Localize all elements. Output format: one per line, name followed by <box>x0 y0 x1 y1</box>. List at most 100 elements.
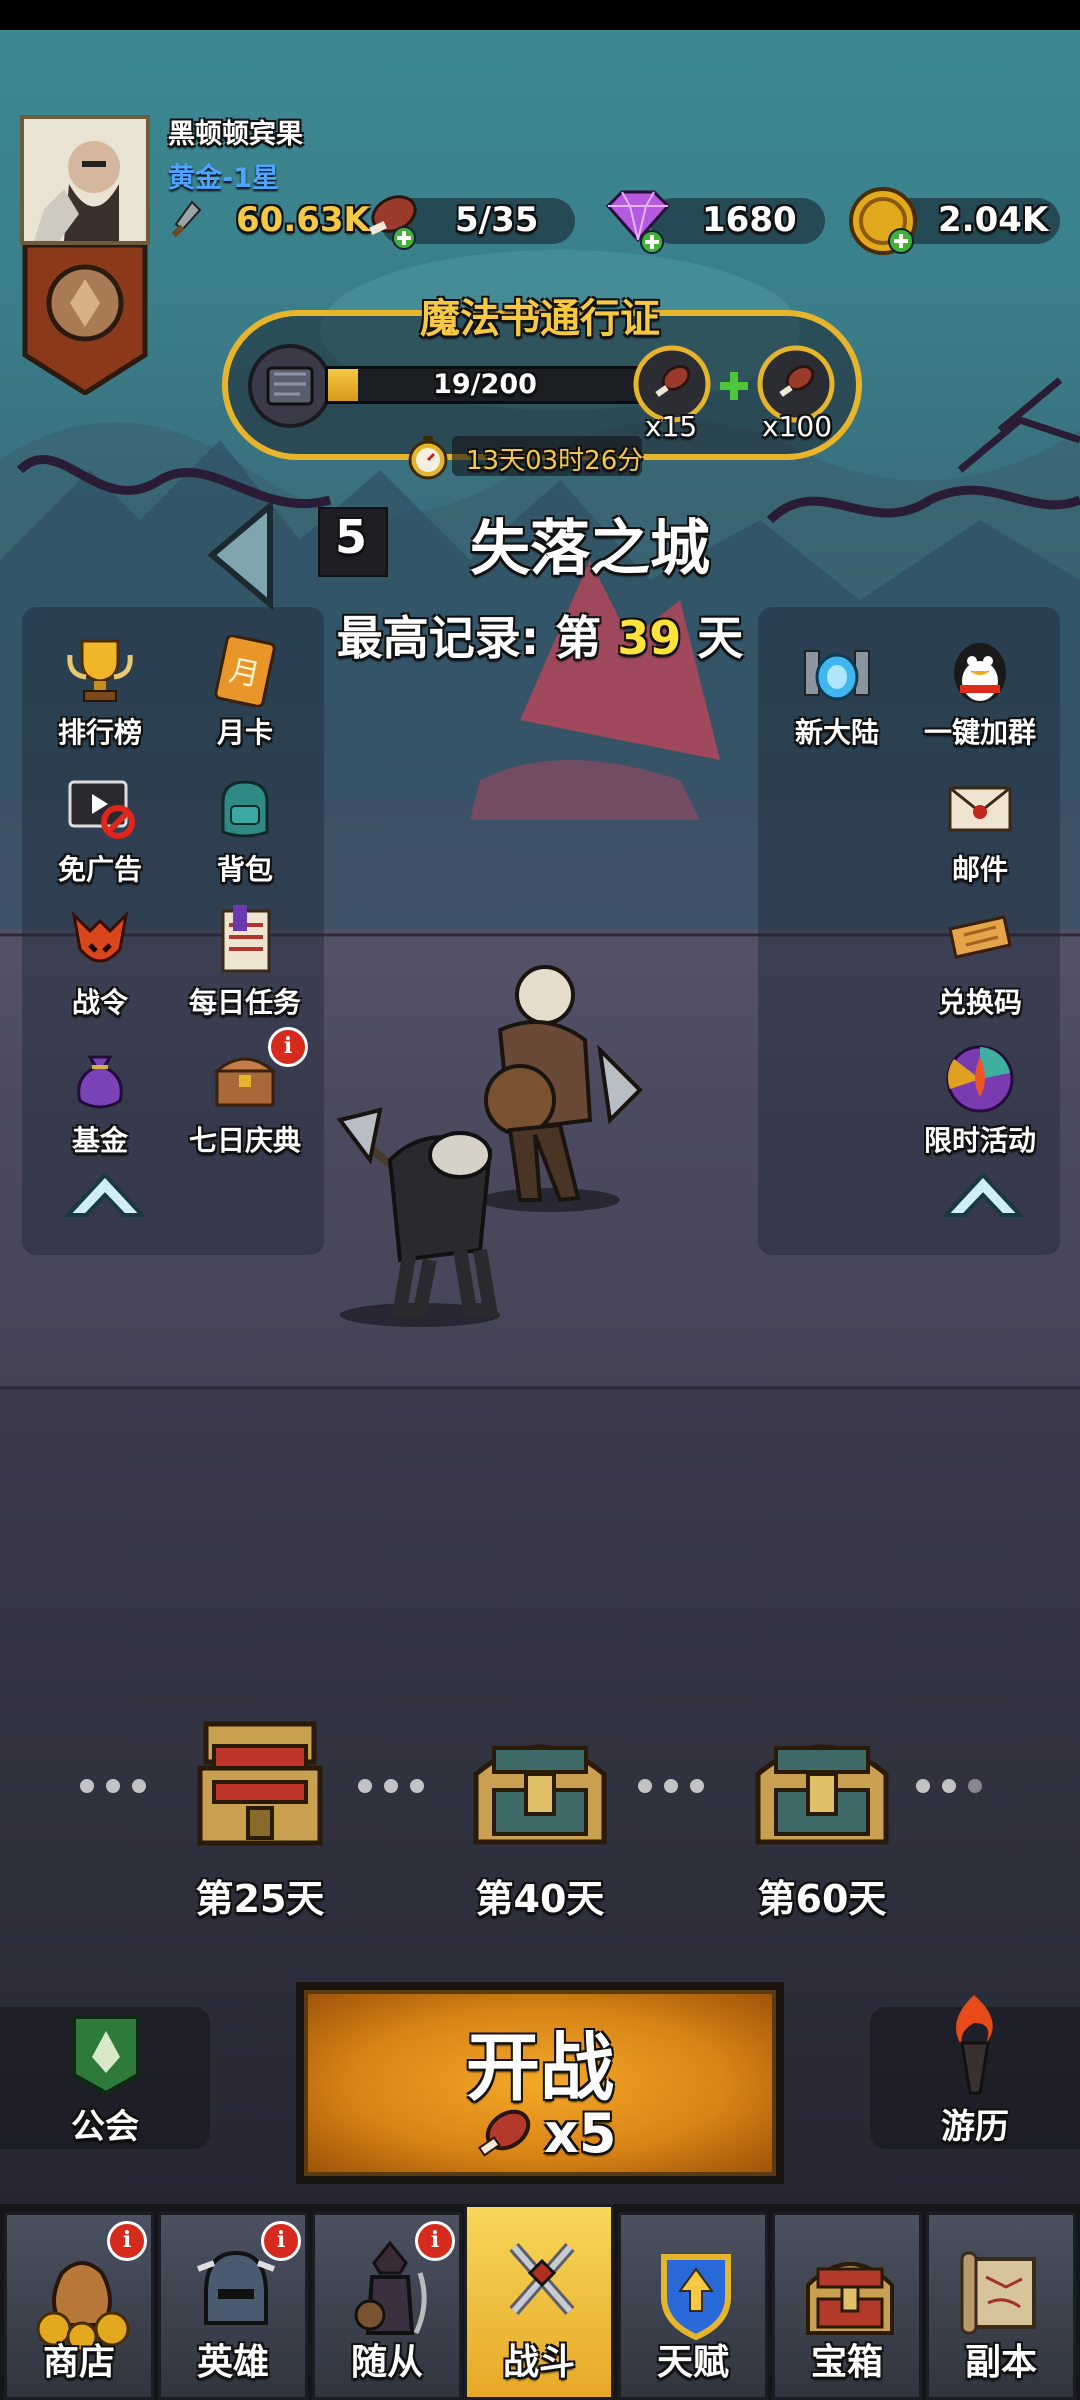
gem-icon <box>605 190 671 254</box>
prev-stage-arrow-icon[interactable] <box>200 500 280 610</box>
power-sword-icon <box>171 200 202 238</box>
menu-seven-day-label: 七日庆典 <box>188 1124 301 1157</box>
menu-daily-task-label: 每日任务 <box>188 986 301 1019</box>
backpack-icon <box>221 780 269 838</box>
torch-icon <box>956 1995 993 2095</box>
start-cost-meat-icon <box>477 2109 531 2157</box>
coin-icon <box>849 187 917 255</box>
menu-backpack-label: 背包 <box>216 853 273 886</box>
travel-label: 游历 <box>941 2107 1009 2147</box>
tab-shop-badge: i <box>107 2221 147 2261</box>
collapse-left-chevron-icon[interactable] <box>62 1165 148 1223</box>
tab-battle[interactable]: 战斗 <box>464 2204 614 2400</box>
menu-daily-task[interactable]: 每日任务 <box>170 905 320 1035</box>
menu-limited-event-label: 限时活动 <box>923 1124 1036 1157</box>
start-battle-cost: x5 <box>544 2102 617 2165</box>
tab-follower-label: 随从 <box>350 2342 423 2383</box>
menu-redeem[interactable]: 兑换码 <box>905 905 1055 1035</box>
tab-dungeon[interactable]: 副本 <box>926 2212 1076 2400</box>
spellbook-icon <box>248 344 332 428</box>
chest-day40-label: 第40天 <box>475 1877 605 1921</box>
hero-characters <box>336 965 643 1327</box>
best-record-suffix: 天 <box>681 611 744 665</box>
reward1-count: x15 <box>645 410 698 443</box>
tab-battle-label: 战斗 <box>502 2342 575 2383</box>
month-card-icon: 月 <box>214 635 276 707</box>
chest-day40[interactable] <box>470 1730 610 1860</box>
power-value: 60.63K <box>236 200 370 240</box>
menu-redeem-label: 兑换码 <box>937 986 1022 1019</box>
event-wheel-icon <box>946 1045 1014 1113</box>
trophy-icon <box>67 639 133 702</box>
chest-track-dots-4 <box>910 1778 988 1797</box>
new-continent-icon <box>804 650 870 701</box>
game-screen: 黑顿顿宾果 黄金-1星 60.63K 5/35 1680 2.04K 魔法书通行… <box>0 0 1080 2400</box>
collapse-right-chevron-icon[interactable] <box>940 1165 1026 1223</box>
tab-shop[interactable]: i 商店 <box>4 2212 154 2400</box>
menu-month-card-label: 月卡 <box>216 716 273 749</box>
guild-label: 公会 <box>71 2107 139 2147</box>
tab-hero-badge: i <box>261 2221 301 2261</box>
rank-banner-icon[interactable] <box>22 245 148 395</box>
player-name: 黑顿顿宾果 <box>168 119 303 150</box>
daily-task-icon <box>221 905 271 973</box>
pass-timer: 13天03时26分 <box>466 446 644 476</box>
stage-name: 失落之城 <box>470 514 710 584</box>
coins-value: 2.04K <box>938 200 1049 240</box>
guild-banner-icon <box>72 2015 140 2096</box>
chest-track-dots-2 <box>352 1778 430 1797</box>
pass-progress-text: 19/200 <box>433 369 537 400</box>
stage-number: 5 <box>334 510 367 564</box>
menu-new-continent[interactable]: 新大陆 <box>762 635 912 765</box>
travel-button[interactable]: 游历 <box>870 1995 1080 2149</box>
qq-penguin-icon <box>954 643 1006 703</box>
chest-day25-label: 第25天 <box>195 1877 325 1921</box>
tab-talent[interactable]: 天赋 <box>618 2212 768 2400</box>
redeem-ticket-icon <box>948 915 1012 959</box>
tab-treasure[interactable]: 宝箱 <box>772 2212 922 2400</box>
best-record-prefix: 最高记录: 第 <box>336 611 618 665</box>
stopwatch-icon <box>408 436 448 480</box>
pass-title: 魔法书通行证 <box>420 296 660 342</box>
avatar <box>24 119 146 241</box>
reward2-count: x100 <box>762 410 833 443</box>
start-battle-button[interactable]: 开战 x5 <box>296 1982 784 2184</box>
chest-track-dots-1 <box>74 1778 152 1797</box>
menu-limited-event[interactable]: 限时活动 <box>905 1043 1055 1173</box>
start-battle-label: 开战 <box>466 2025 614 2111</box>
menu-backpack[interactable]: 背包 <box>170 772 320 902</box>
best-record-day: 39 <box>617 611 682 665</box>
plus-icon <box>720 372 748 400</box>
menu-join-group[interactable]: 一键加群 <box>905 635 1055 765</box>
tab-hero[interactable]: i 英雄 <box>158 2212 308 2400</box>
chest-day25-open[interactable] <box>190 1718 330 1848</box>
tab-dungeon-label: 副本 <box>964 2342 1037 2383</box>
menu-mail-label: 邮件 <box>951 853 1008 886</box>
menu-join-group-label: 一键加群 <box>923 716 1036 749</box>
player-rank: 黄金-1星 <box>168 163 279 194</box>
chest-day60-label: 第60天 <box>757 1877 887 1921</box>
tab-follower[interactable]: i 随从 <box>312 2212 462 2400</box>
stamina-value: 5/35 <box>455 200 539 240</box>
avatar-frame[interactable] <box>20 115 150 245</box>
guild-button[interactable]: 公会 <box>0 2007 210 2149</box>
fund-bag-icon <box>77 1055 123 1109</box>
tab-treasure-label: 宝箱 <box>810 2342 883 2383</box>
chest-day60[interactable] <box>752 1730 892 1860</box>
chest-track-dots-3 <box>632 1778 710 1797</box>
seven-day-badge: i <box>268 1027 308 1067</box>
crossed-swords-icon <box>509 2243 575 2315</box>
tab-shop-label: 商店 <box>42 2342 115 2383</box>
gems-value: 1680 <box>702 200 797 240</box>
no-ads-icon <box>68 780 135 839</box>
tab-talent-label: 天赋 <box>656 2342 729 2383</box>
menu-mail[interactable]: 邮件 <box>905 772 1055 902</box>
best-record: 最高记录: 第 39 天 <box>250 602 830 668</box>
menu-no-ads[interactable]: 免广告 <box>25 772 175 902</box>
menu-leaderboard[interactable]: 排行榜 <box>25 635 175 765</box>
menu-fund[interactable]: 基金 <box>25 1043 175 1173</box>
menu-battle-order[interactable]: 战令 <box>25 905 175 1035</box>
tab-hero-label: 英雄 <box>196 2342 269 2383</box>
menu-month-card[interactable]: 月 月卡 <box>170 635 320 765</box>
menu-seven-day[interactable]: i 七日庆典 <box>170 1027 320 1173</box>
